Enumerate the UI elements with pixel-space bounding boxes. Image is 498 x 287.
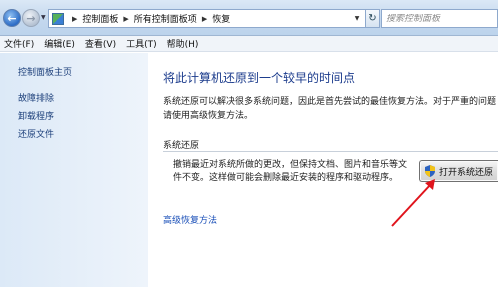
page-title: 将此计算机还原到一个较早的时间点 [163,71,356,85]
open-system-restore-button[interactable]: 打开系统还原 [419,160,498,182]
sidebar-item-restore-files[interactable]: 还原文件 [18,127,54,140]
main-pane: 将此计算机还原到一个较早的时间点 系统还原可以解决很多系统问题，因此是首先尝试的… [148,53,498,287]
menu-bar: 文件(F) 编辑(E) 查看(V) 工具(T) 帮助(H) [0,36,498,52]
sidebar-item-troubleshooting[interactable]: 故障排除 [18,91,54,104]
section-heading: 系统还原 [163,141,200,151]
forward-arrow-icon: → [26,11,36,25]
refresh-button[interactable]: ↻ [366,9,380,28]
sidebar-item-uninstall-program[interactable]: 卸载程序 [18,109,54,122]
chevron-right-icon[interactable]: ▶ [202,15,207,23]
breadcrumb-item[interactable]: 所有控制面板项 [134,12,197,25]
back-arrow-icon: ← [7,11,17,25]
system-restore-description: 撤销最近对系统所做的更改，但保持文档、图片和音乐等文件不变。这样做可能会删除最近… [173,160,408,183]
search-input[interactable] [386,13,486,24]
address-bar: ← → ▼ ▶ 控制面板 ▶ 所有控制面板项 ▶ 恢复 ▼ ↻ [0,0,498,36]
breadcrumb-item[interactable]: 恢复 [212,12,230,25]
address-dropdown-icon[interactable]: ▼ [350,9,364,28]
menu-help[interactable]: 帮助(H) [162,37,204,50]
search-box[interactable] [381,9,498,28]
menu-tools[interactable]: 工具(T) [121,37,162,50]
back-button[interactable]: ← [3,9,21,27]
description: 系统还原可以解决很多系统问题，因此是首先尝试的最佳恢复方法。对于严重的问题 请使… [163,95,498,123]
control-panel-icon [52,12,64,25]
refresh-icon: ↻ [368,13,377,24]
chevron-right-icon[interactable]: ▶ [72,15,77,23]
section-divider [163,151,498,152]
breadcrumb-item[interactable]: 控制面板 [82,12,118,25]
menu-edit[interactable]: 编辑(E) [39,37,80,50]
open-system-restore-label: 打开系统还原 [439,167,494,178]
chevron-right-icon[interactable]: ▶ [123,15,128,23]
uac-shield-icon [425,165,435,177]
left-pane: 控制面板主页 故障排除 卸载程序 还原文件 [0,53,148,287]
advanced-recovery-link[interactable]: 高级恢复方法 [163,213,217,226]
description-line: 请使用高级恢复方法。 [163,111,254,121]
menu-file[interactable]: 文件(F) [0,37,39,50]
breadcrumb[interactable]: ▶ 控制面板 ▶ 所有控制面板项 ▶ 恢复 [48,9,366,28]
description-line: 系统还原可以解决很多系统问题，因此是首先尝试的最佳恢复方法。对于严重的问题 [163,97,497,107]
sidebar-item-control-panel-home[interactable]: 控制面板主页 [18,65,72,78]
forward-button[interactable]: → [22,9,40,27]
recent-pages-dropdown-icon[interactable]: ▼ [41,14,46,21]
menu-view[interactable]: 查看(V) [80,37,121,50]
